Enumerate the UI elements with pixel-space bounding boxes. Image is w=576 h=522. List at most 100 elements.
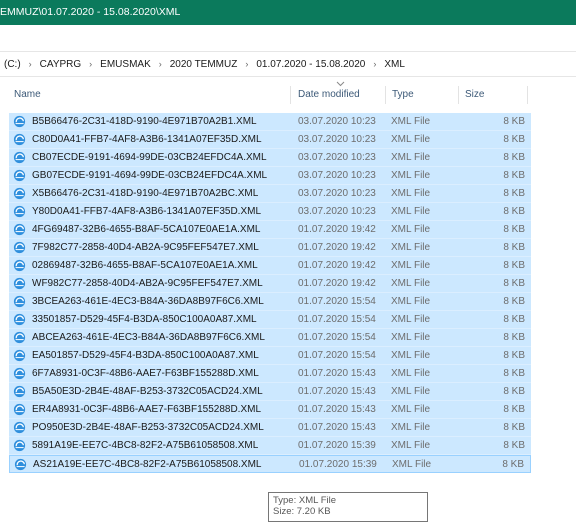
xml-file-icon bbox=[13, 259, 26, 272]
file-type: XML File bbox=[391, 350, 431, 361]
file-date: 01.07.2020 15:54 bbox=[298, 296, 376, 307]
column-header-name[interactable]: Name bbox=[14, 84, 41, 106]
file-row[interactable]: AS21A19E-EE7C-4BC8-82F2-A75B61058508.XML… bbox=[9, 455, 531, 473]
file-row[interactable]: B5B66476-2C31-418D-9190-4E971B70A2B1.XML… bbox=[9, 113, 531, 131]
file-date: 03.07.2020 10:23 bbox=[298, 152, 376, 163]
xml-file-icon bbox=[13, 223, 26, 236]
column-divider[interactable] bbox=[458, 86, 459, 104]
chevron-right-icon[interactable]: › bbox=[241, 59, 252, 69]
file-name: X5B66476-2C31-418D-9190-4E971B70A2BC.XML bbox=[32, 188, 259, 199]
file-date: 01.07.2020 15:43 bbox=[298, 368, 376, 379]
file-row[interactable]: X5B66476-2C31-418D-9190-4E971B70A2BC.XML… bbox=[9, 185, 531, 203]
file-name: ABCEA263-461E-4EC3-B84A-36DA8B97F6C6.XML bbox=[32, 332, 265, 343]
file-size: 8 KB bbox=[503, 152, 525, 163]
column-divider[interactable] bbox=[385, 86, 386, 104]
breadcrumb-cayprg[interactable]: CAYPRG bbox=[36, 59, 86, 70]
file-type: XML File bbox=[391, 404, 431, 415]
breadcrumb-emusmak[interactable]: EMUSMAK bbox=[96, 59, 155, 70]
file-row[interactable]: CB07ECDE-9191-4694-99DE-03CB24EFDC4A.XML… bbox=[9, 149, 531, 167]
file-row[interactable]: 5891A19E-EE7C-4BC8-82F2-A75B61058508.XML… bbox=[9, 437, 531, 455]
xml-file-icon bbox=[13, 151, 26, 164]
file-name: 5891A19E-EE7C-4BC8-82F2-A75B61058508.XML bbox=[32, 440, 259, 451]
file-date: 01.07.2020 15:43 bbox=[298, 404, 376, 415]
xml-file-icon bbox=[13, 169, 26, 182]
xml-file-icon bbox=[13, 349, 26, 362]
file-date: 03.07.2020 10:23 bbox=[298, 170, 376, 181]
file-row[interactable]: B5A50E3D-2B4E-48AF-B253-3732C05ACD24.XML… bbox=[9, 383, 531, 401]
column-header-date[interactable]: Date modified bbox=[298, 84, 360, 106]
file-row[interactable]: PO950E3D-2B4E-48AF-B253-3732C05ACD24.XML… bbox=[9, 419, 531, 437]
xml-file-icon bbox=[13, 313, 26, 326]
chevron-right-icon[interactable]: › bbox=[155, 59, 166, 69]
file-row[interactable]: EA501857-D529-45F4-B3DA-850C100A0A87.XML… bbox=[9, 347, 531, 365]
xml-file-icon bbox=[13, 421, 26, 434]
breadcrumb-xml[interactable]: XML bbox=[380, 59, 409, 70]
file-row[interactable]: 02869487-32B6-4655-B8AF-5CA107E0AE1A.XML… bbox=[9, 257, 531, 275]
column-header-row: Name Date modified Type Size bbox=[0, 81, 576, 106]
file-date: 01.07.2020 15:39 bbox=[299, 459, 377, 470]
column-divider[interactable] bbox=[527, 86, 528, 104]
file-size: 8 KB bbox=[503, 440, 525, 451]
file-row[interactable]: GB07ECDE-9191-4694-99DE-03CB24EFDC4A.XML… bbox=[9, 167, 531, 185]
file-row[interactable]: C80D0A41-FFB7-4AF8-A3B6-1341A07EF35D.XML… bbox=[9, 131, 531, 149]
file-row[interactable]: WF982C77-2858-40D4-AB2A-9C95FEF547E7.XML… bbox=[9, 275, 531, 293]
file-row[interactable]: 33501857-D529-45F4-B3DA-850C100A0A87.XML… bbox=[9, 311, 531, 329]
file-date: 01.07.2020 15:54 bbox=[298, 314, 376, 325]
file-name: Y80D0A41-FFB7-4AF8-A3B6-1341A07EF35D.XML bbox=[32, 206, 262, 217]
file-name: CB07ECDE-9191-4694-99DE-03CB24EFDC4A.XML bbox=[32, 152, 267, 163]
file-type: XML File bbox=[391, 296, 431, 307]
file-size: 8 KB bbox=[503, 386, 525, 397]
column-divider[interactable] bbox=[290, 86, 291, 104]
file-type: XML File bbox=[391, 206, 431, 217]
chevron-right-icon[interactable]: › bbox=[85, 59, 96, 69]
file-date: 01.07.2020 19:42 bbox=[298, 278, 376, 289]
file-row[interactable]: 4FG69487-32B6-4655-B8AF-5CA107E0AE1A.XML… bbox=[9, 221, 531, 239]
breadcrumb-temmuz[interactable]: 2020 TEMMUZ bbox=[166, 59, 242, 70]
file-size: 8 KB bbox=[503, 134, 525, 145]
file-size: 8 KB bbox=[502, 459, 524, 470]
file-type: XML File bbox=[391, 188, 431, 199]
file-date: 01.07.2020 15:54 bbox=[298, 350, 376, 361]
file-row[interactable]: 3BCEA263-461E-4EC3-B84A-36DA8B97F6C6.XML… bbox=[9, 293, 531, 311]
file-type: XML File bbox=[391, 368, 431, 379]
file-type: XML File bbox=[391, 314, 431, 325]
file-name: B5A50E3D-2B4E-48AF-B253-3732C05ACD24.XML bbox=[32, 386, 263, 397]
breadcrumb-date-range[interactable]: 01.07.2020 - 15.08.2020 bbox=[252, 59, 369, 70]
file-name: AS21A19E-EE7C-4BC8-82F2-A75B61058508.XML bbox=[33, 459, 262, 470]
column-header-size[interactable]: Size bbox=[465, 84, 484, 106]
breadcrumb-drive[interactable]: (C:) bbox=[0, 59, 25, 70]
file-row[interactable]: 6F7A8931-0C3F-48B6-AAE7-F63BF155288D.XML… bbox=[9, 365, 531, 383]
xml-file-icon bbox=[13, 187, 26, 200]
file-date: 01.07.2020 15:54 bbox=[298, 332, 376, 343]
file-date: 01.07.2020 15:39 bbox=[298, 440, 376, 451]
file-size: 8 KB bbox=[503, 332, 525, 343]
file-size: 8 KB bbox=[503, 188, 525, 199]
file-size: 8 KB bbox=[503, 242, 525, 253]
file-date: 01.07.2020 19:42 bbox=[298, 260, 376, 271]
address-bar[interactable]: (C:) › CAYPRG › EMUSMAK › 2020 TEMMUZ › … bbox=[0, 51, 576, 77]
file-name: C80D0A41-FFB7-4AF8-A3B6-1341A07EF35D.XML bbox=[32, 134, 262, 145]
file-size: 8 KB bbox=[503, 260, 525, 271]
file-name: 02869487-32B6-4655-B8AF-5CA107E0AE1A.XML bbox=[32, 260, 258, 271]
file-row[interactable]: 7F982C77-2858-40D4-AB2A-9C95FEF547E7.XML… bbox=[9, 239, 531, 257]
file-size: 8 KB bbox=[503, 116, 525, 127]
xml-file-icon bbox=[13, 205, 26, 218]
file-row[interactable]: Y80D0A41-FFB7-4AF8-A3B6-1341A07EF35D.XML… bbox=[9, 203, 531, 221]
file-row[interactable]: ER4A8931-0C3F-48B6-AAE7-F63BF155288D.XML… bbox=[9, 401, 531, 419]
chevron-right-icon[interactable]: › bbox=[25, 59, 36, 69]
file-date: 01.07.2020 15:43 bbox=[298, 386, 376, 397]
file-date: 03.07.2020 10:23 bbox=[298, 188, 376, 199]
chevron-right-icon[interactable]: › bbox=[369, 59, 380, 69]
xml-file-icon bbox=[14, 458, 27, 471]
file-size: 8 KB bbox=[503, 278, 525, 289]
file-type: XML File bbox=[391, 278, 431, 289]
file-size: 8 KB bbox=[503, 422, 525, 433]
file-row[interactable]: ABCEA263-461E-4EC3-B84A-36DA8B97F6C6.XML… bbox=[9, 329, 531, 347]
tooltip-type: Type: XML File bbox=[273, 495, 337, 506]
file-size: 8 KB bbox=[503, 404, 525, 415]
file-name: 7F982C77-2858-40D4-AB2A-9C95FEF547E7.XML bbox=[32, 242, 259, 253]
file-name: WF982C77-2858-40D4-AB2A-9C95FEF547E7.XML bbox=[32, 278, 263, 289]
file-name: EA501857-D529-45F4-B3DA-850C100A0A87.XML bbox=[32, 350, 259, 361]
file-type: XML File bbox=[391, 134, 431, 145]
column-header-type[interactable]: Type bbox=[392, 84, 414, 106]
